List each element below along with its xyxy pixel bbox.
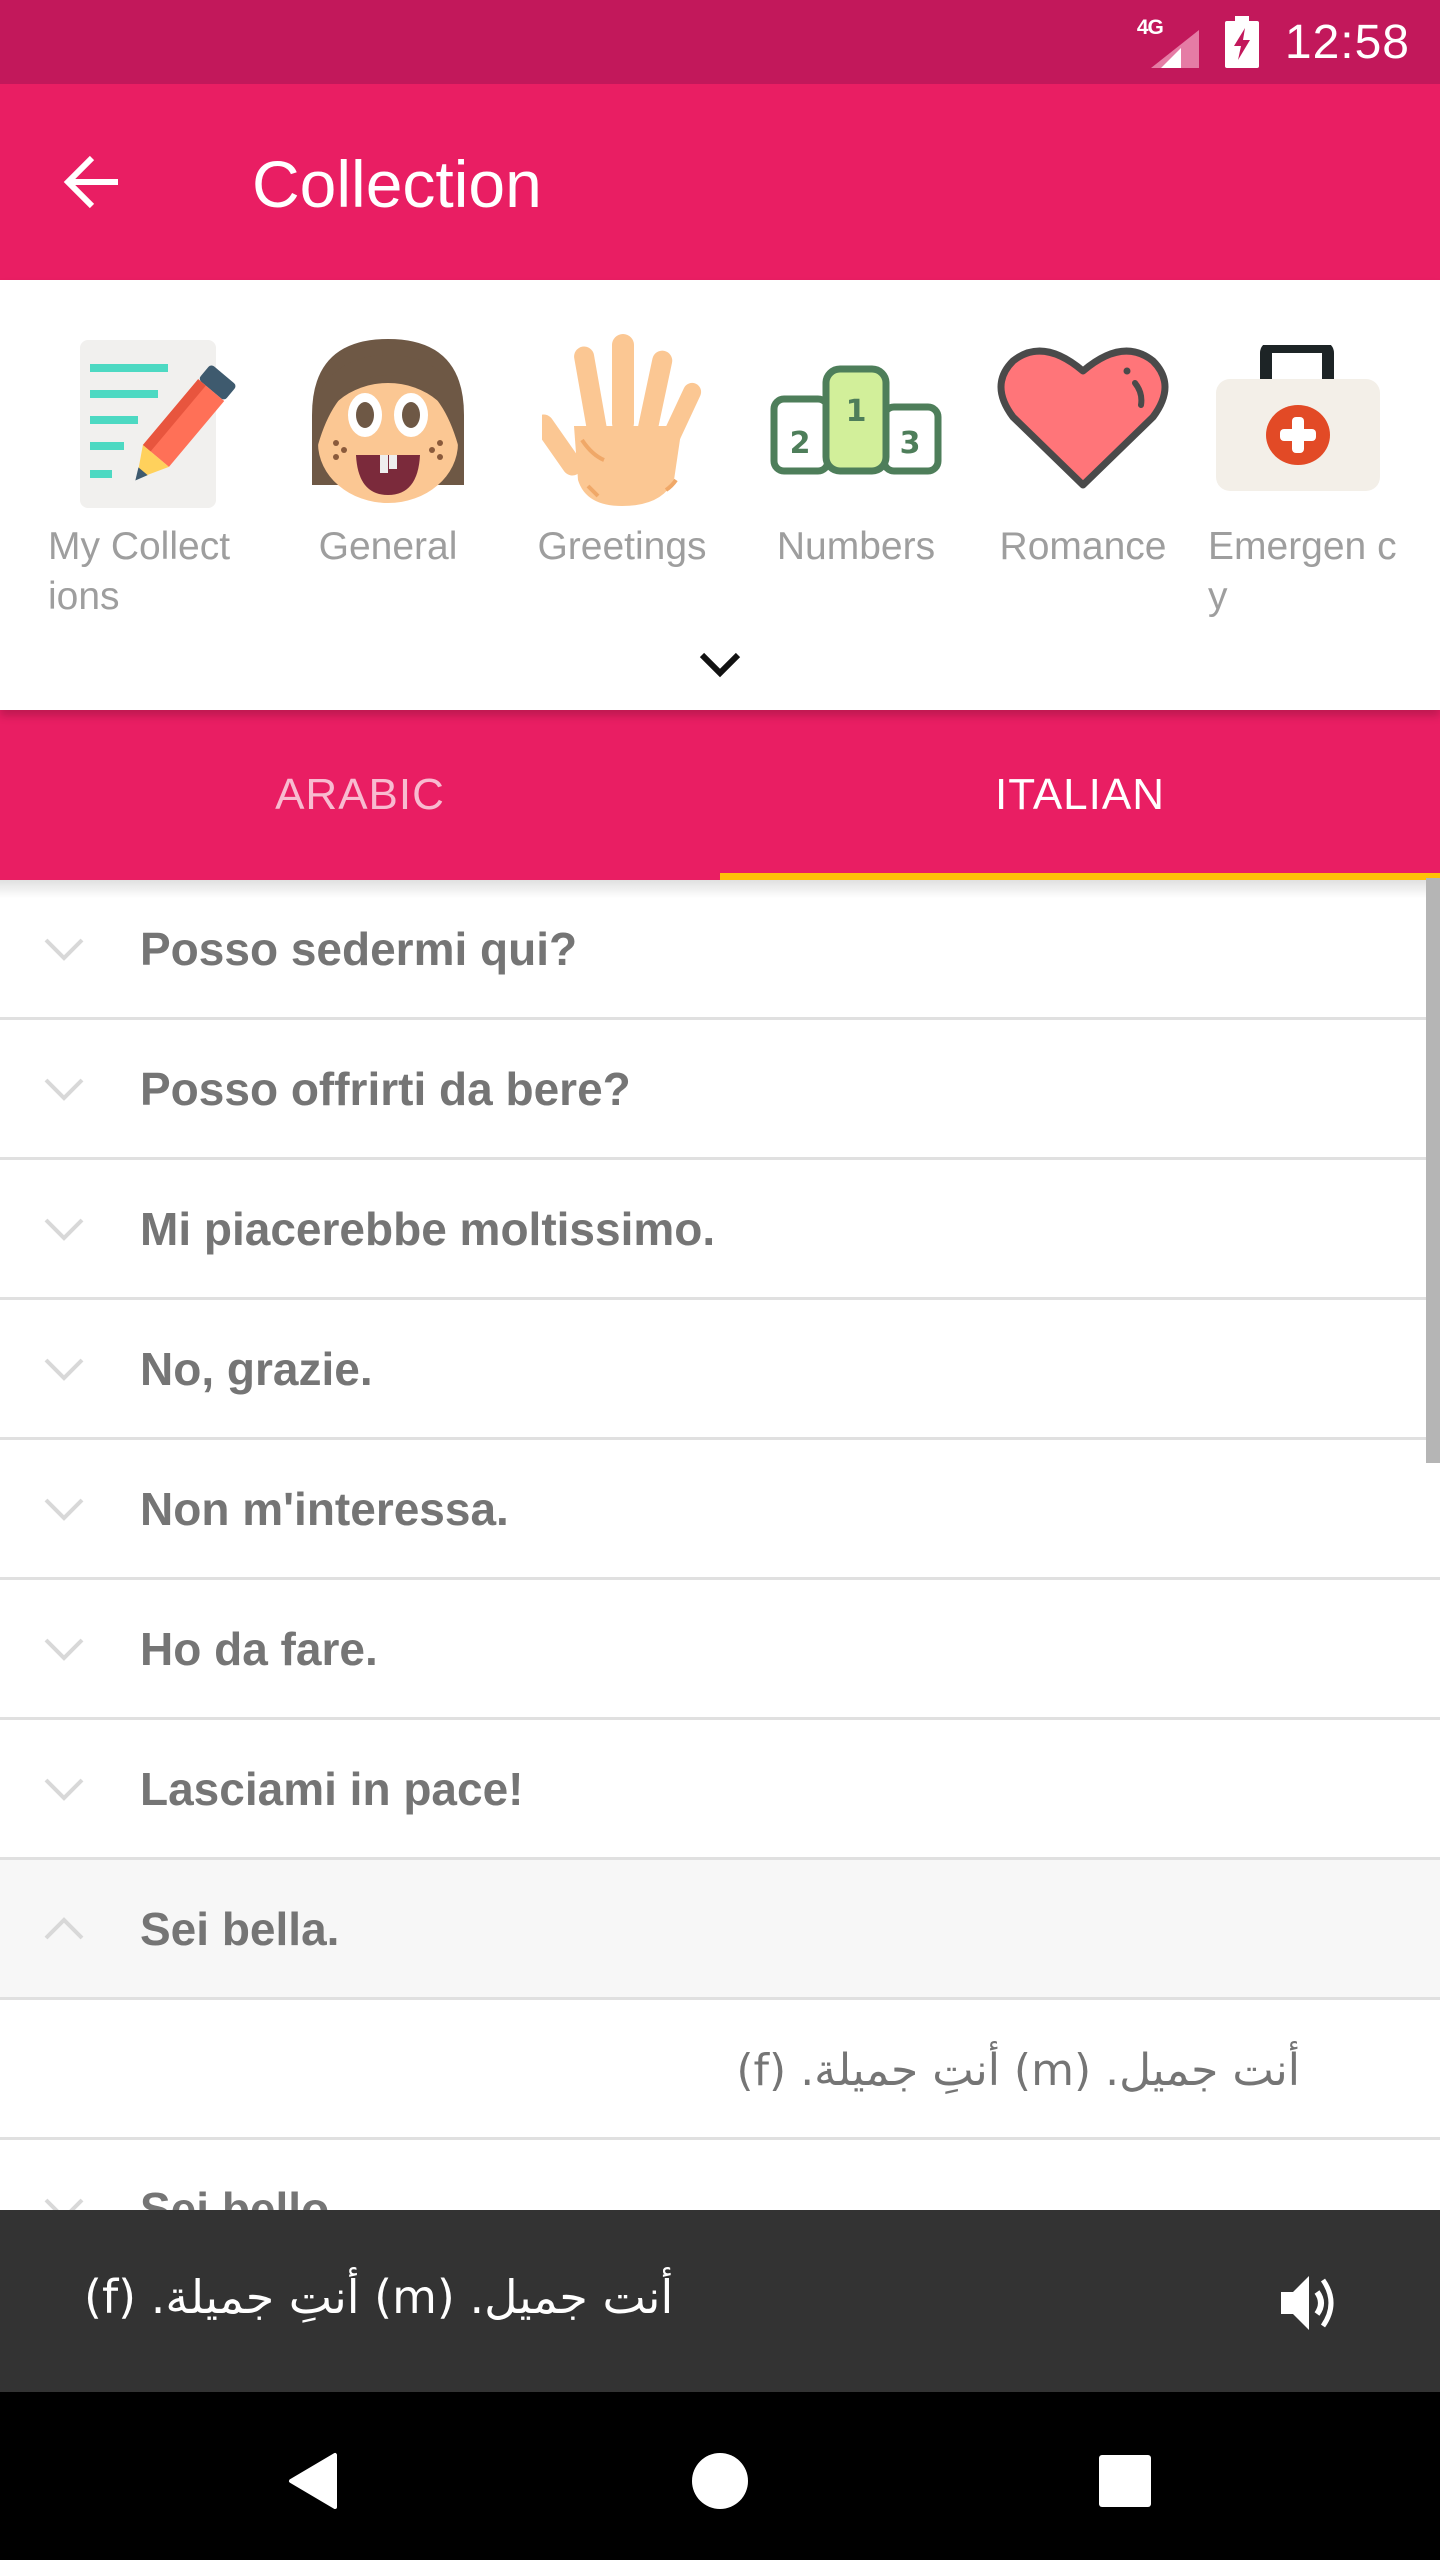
audio-player-bar: أنت جميل. (m) أنتِ جميلة. (f): [0, 2210, 1440, 2392]
page-title: Collection: [252, 147, 542, 221]
category-emergency[interactable]: Emergen cy: [1208, 330, 1408, 622]
chevron-down-icon: [44, 1778, 84, 1801]
svg-text:3: 3: [900, 426, 921, 461]
list-item[interactable]: No, grazie.: [0, 1300, 1440, 1440]
list-scrollbar[interactable]: [1426, 878, 1440, 1463]
app-bar: Collection: [0, 84, 1440, 280]
list-item[interactable]: Posso offrirti da bere?: [0, 1020, 1440, 1160]
category-strip: My Collect ions General Greetings 2 1 3 …: [0, 280, 1440, 710]
category-label: Romance: [999, 525, 1167, 568]
phrase-text: Posso sedermi qui?: [140, 922, 578, 975]
phrase-text: Lasciami in pace!: [140, 1762, 524, 1815]
system-nav-bar: [0, 2392, 1440, 2560]
category-label: Numbers: [776, 525, 936, 568]
category-romance[interactable]: Romance: [983, 330, 1183, 572]
chevron-down-icon: [44, 1638, 84, 1661]
category-label: General: [318, 525, 458, 568]
speaker-icon: [1281, 2276, 1334, 2330]
play-audio-button[interactable]: [1265, 2258, 1355, 2348]
list-item[interactable]: Ho da fare.: [0, 1580, 1440, 1720]
signal-icon: [1150, 30, 1199, 68]
chevron-down-icon: [44, 1358, 84, 1381]
phrase-text: Posso offrirti da bere?: [140, 1062, 631, 1115]
nav-back-icon: [289, 2453, 337, 2509]
chevron-down-icon: [699, 652, 741, 678]
category-greetings[interactable]: Greetings: [522, 330, 722, 572]
waving-hand-icon: [532, 330, 712, 510]
phrase-list: Posso sedermi qui? Posso offrirti da ber…: [0, 880, 1440, 2210]
translation-panel[interactable]: أنت جميل. (m) أنتِ جميلة. (f): [0, 2000, 1440, 2140]
category-numbers[interactable]: 2 1 3 Numbers: [756, 330, 956, 572]
category-label: My Collect ions: [48, 525, 231, 618]
arrow-back-icon: [63, 155, 118, 209]
list-item[interactable]: Sei bello.: [0, 2140, 1440, 2210]
clock: 12:58: [1284, 15, 1410, 69]
category-my-collections[interactable]: My Collect ions: [48, 330, 248, 622]
nav-home-button[interactable]: [675, 2436, 765, 2526]
translation-text: أنت جميل. (m) أنتِ جميلة. (f): [736, 2044, 1300, 2096]
nav-recents-button[interactable]: [1080, 2436, 1170, 2526]
phrase-text: Sei bello.: [140, 2182, 342, 2211]
battery-charging-icon: [1224, 16, 1259, 68]
heart-icon: [993, 330, 1173, 510]
phrase-text: Ho da fare.: [140, 1622, 378, 1675]
chevron-down-icon: [44, 2198, 84, 2210]
phrase-text: Mi piacerebbe moltissimo.: [140, 1202, 716, 1255]
network-indicator: 4G: [1137, 16, 1199, 68]
phrase-text: Sei bella.: [140, 1902, 340, 1955]
category-general[interactable]: General: [288, 330, 488, 572]
chevron-down-icon: [44, 1218, 84, 1241]
tab-italian[interactable]: ITALIAN: [720, 710, 1440, 880]
girl-face-icon: [298, 330, 478, 510]
player-text: أنت جميل. (m) أنتِ جميلة. (f): [84, 2270, 674, 2324]
back-button[interactable]: [52, 142, 132, 222]
chevron-down-icon: [44, 1498, 84, 1521]
svg-text:2: 2: [790, 426, 811, 461]
nav-home-icon: [692, 2453, 748, 2509]
svg-text:1: 1: [846, 394, 867, 429]
phrase-text: Non m'interessa.: [140, 1482, 509, 1535]
chevron-down-icon: [44, 938, 84, 961]
first-aid-kit-icon: [1208, 330, 1388, 510]
category-label: Greetings: [537, 525, 707, 568]
list-item[interactable]: Non m'interessa.: [0, 1440, 1440, 1580]
list-item[interactable]: Posso sedermi qui?: [0, 880, 1440, 1020]
tab-arabic[interactable]: ARABIC: [0, 710, 720, 880]
nav-back-button[interactable]: [270, 2436, 360, 2526]
screen: 4G 12:58 Collection My Collect ions Gene…: [0, 0, 1440, 2560]
chevron-down-icon: [44, 1078, 84, 1101]
list-item-expanded[interactable]: Sei bella.: [0, 1860, 1440, 2000]
list-item[interactable]: Lasciami in pace!: [0, 1720, 1440, 1860]
expand-categories-button[interactable]: [690, 640, 750, 690]
podium-icon: 2 1 3: [766, 330, 946, 510]
phrase-text: No, grazie.: [140, 1342, 373, 1395]
list-item[interactable]: Mi piacerebbe moltissimo.: [0, 1160, 1440, 1300]
status-bar: 4G 12:58: [0, 0, 1440, 84]
chevron-up-icon: [44, 1916, 84, 1939]
language-tabs: ARABIC ITALIAN: [0, 710, 1440, 880]
nav-recents-icon: [1099, 2455, 1151, 2507]
category-label: Emergen cy: [1208, 525, 1397, 618]
notepad-pencil-icon: [58, 330, 238, 510]
